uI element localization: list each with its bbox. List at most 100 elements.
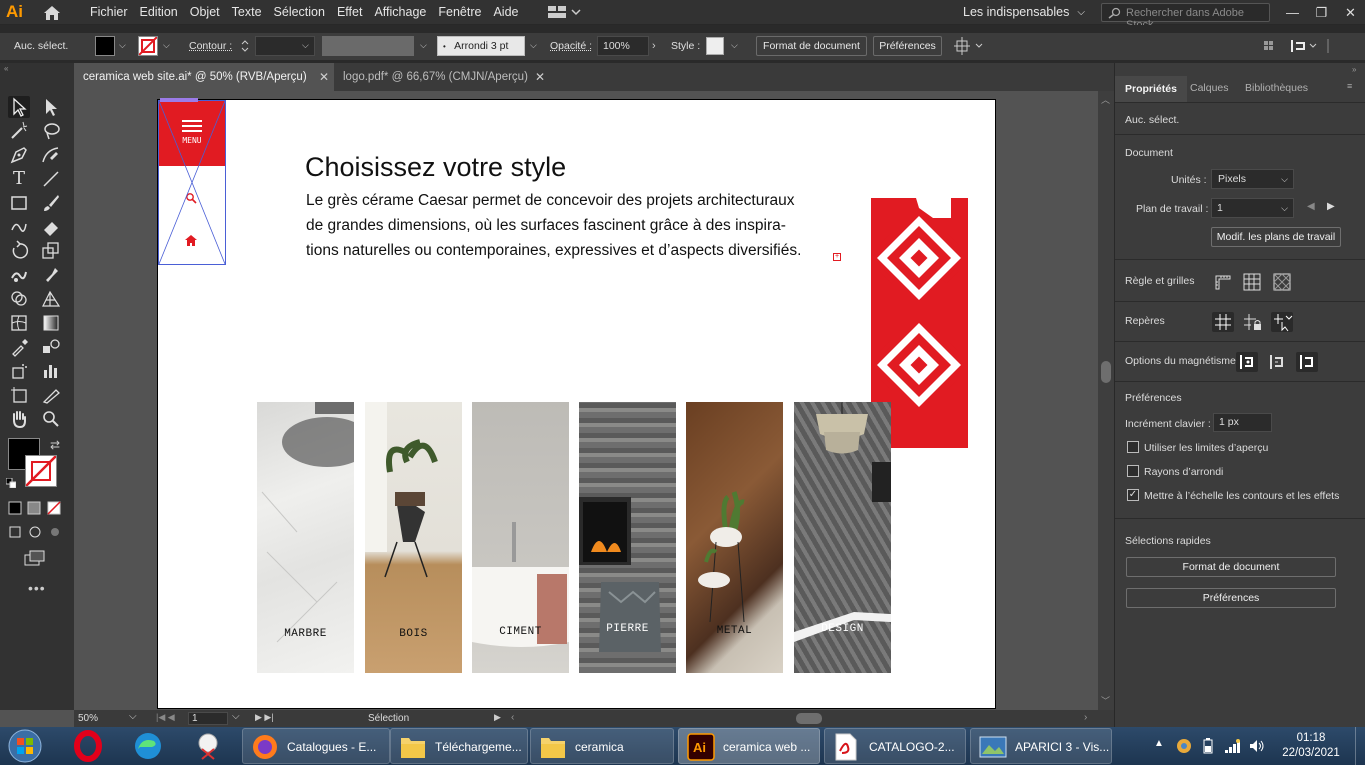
eraser-tool-icon[interactable] <box>40 216 62 238</box>
menu-selection[interactable]: Sélection <box>274 0 333 25</box>
arrange-documents-button[interactable] <box>548 5 582 19</box>
gradient-tool-icon[interactable] <box>40 312 62 334</box>
warp-tool-icon[interactable] <box>8 264 30 286</box>
taskbar-photo-viewer[interactable]: APARICI 3 - Vis... <box>970 728 1112 764</box>
chevron-down-icon[interactable]: ⌵ <box>129 711 137 722</box>
checkbox-preview-bounds[interactable] <box>1127 441 1139 453</box>
scale-tool-icon[interactable] <box>40 240 62 262</box>
paintbrush-tool-icon[interactable] <box>40 192 62 214</box>
perspective-grid-tool-icon[interactable] <box>40 288 62 310</box>
taskbar-pdf[interactable]: CATALOGO-2... <box>824 728 966 764</box>
transform-icon[interactable] <box>954 37 986 55</box>
scroll-right-icon[interactable]: › <box>1084 712 1087 723</box>
volume-icon[interactable] <box>1248 738 1266 754</box>
chevron-down-icon[interactable]: ⌵ <box>302 40 310 50</box>
document-setup-button[interactable]: Format de document <box>756 36 867 56</box>
first-artboard-icon[interactable]: |◀ ◀ <box>156 712 175 723</box>
slice-tool-icon[interactable] <box>40 384 62 406</box>
taskbar-downloads[interactable]: Téléchargeme... <box>390 728 528 764</box>
close-icon[interactable]: ✕ <box>535 63 545 91</box>
stroke-color-box[interactable] <box>25 455 57 487</box>
keyboard-increment-field[interactable]: 1 px <box>1213 413 1272 432</box>
pen-tool-icon[interactable] <box>8 144 30 166</box>
stroke-weight-stepper[interactable] <box>240 38 250 54</box>
window-minimize-button[interactable]: — <box>1278 1 1307 25</box>
artboard-dropdown[interactable]: 1 ⌵ <box>1211 198 1294 218</box>
puppet-warp-tool-icon[interactable] <box>40 264 62 286</box>
swap-colors-icon[interactable]: ⇄ <box>50 438 60 452</box>
show-guides-icon[interactable] <box>1212 312 1234 332</box>
brush-definition-dropdown[interactable]: • Arrondi 3 pt <box>437 36 525 56</box>
checkbox-corner-radius[interactable] <box>1127 465 1139 477</box>
snap-to-glyph-icon[interactable] <box>1296 352 1318 372</box>
hand-tool-icon[interactable] <box>8 408 30 430</box>
ruler-icon[interactable] <box>1212 272 1234 292</box>
units-dropdown[interactable]: Pixels ⌵ <box>1211 169 1294 189</box>
chevron-down-icon[interactable]: ⌵ <box>119 40 127 50</box>
rectangle-tool-icon[interactable] <box>8 192 30 214</box>
column-graph-tool-icon[interactable] <box>40 360 62 382</box>
opacity-label[interactable]: Opacité : <box>550 40 592 52</box>
quick-document-setup-button[interactable]: Format de document <box>1126 557 1336 577</box>
stroke-label[interactable]: Contour : <box>189 40 232 52</box>
show-hidden-icons[interactable]: ▲ <box>1154 738 1164 749</box>
wifi-signal-icon[interactable] <box>1224 738 1242 754</box>
stock-search-input[interactable]: Rechercher dans Adobe Stock <box>1101 3 1270 31</box>
text-overflow-icon[interactable]: + <box>833 253 841 261</box>
horizontal-scroll-thumb[interactable] <box>796 713 822 724</box>
shaper-tool-icon[interactable] <box>8 216 30 238</box>
chevron-right-icon[interactable]: › <box>652 40 660 52</box>
lock-guides-icon[interactable] <box>1241 312 1263 332</box>
quick-preferences-button[interactable]: Préférences <box>1126 588 1336 608</box>
grid-icon[interactable] <box>1241 272 1263 292</box>
close-icon[interactable]: ✕ <box>319 63 329 91</box>
battery-icon[interactable] <box>1202 738 1214 754</box>
taskbar-ceramica-folder[interactable]: ceramica <box>530 728 674 764</box>
selection-tool-icon[interactable] <box>8 96 30 118</box>
scroll-thumb[interactable] <box>1101 361 1111 383</box>
prev-artboard-icon[interactable]: ◀ <box>1307 201 1315 212</box>
next-artboard-icon[interactable]: ▶ ▶| <box>255 712 274 723</box>
menu-fenetre[interactable]: Fenêtre <box>438 0 489 25</box>
tile-metal[interactable]: METAL <box>686 402 783 673</box>
mobile-nav-frame[interactable]: MENU <box>158 100 226 265</box>
transparency-grid-icon[interactable] <box>1271 272 1293 292</box>
variable-width-profile[interactable] <box>322 36 414 56</box>
type-tool-icon[interactable]: T <box>8 168 30 190</box>
tile-pierre[interactable]: PIERRE <box>579 402 676 673</box>
menu-fichier[interactable]: Fichier <box>90 0 136 25</box>
window-close-button[interactable]: ✕ <box>1336 1 1365 25</box>
menu-aide[interactable]: Aide <box>493 0 526 25</box>
scroll-up-icon[interactable]: ︿ <box>1101 93 1110 106</box>
screen-mode-icon[interactable] <box>24 550 48 566</box>
show-desktop-button[interactable] <box>1355 727 1365 765</box>
window-restore-button[interactable]: ❐ <box>1307 1 1336 25</box>
snipping-tool-icon[interactable] <box>182 729 234 763</box>
stroke-swatch[interactable] <box>138 36 158 56</box>
default-colors-icon[interactable] <box>6 478 16 488</box>
edit-artboards-button[interactable]: Modif. les plans de travail <box>1211 227 1341 247</box>
collapse-panel-icon[interactable]: « <box>4 64 8 73</box>
graphic-style-swatch[interactable] <box>706 37 724 55</box>
next-artboard-icon[interactable]: ▶ <box>1327 201 1335 212</box>
opera-icon[interactable] <box>62 729 114 763</box>
tile-design[interactable]: DESIGN <box>794 402 891 673</box>
snap-to-pixel-icon[interactable] <box>1266 352 1288 372</box>
artboard[interactable]: MENU Choisissez votre style Le grès céra… <box>157 98 996 709</box>
symbol-sprayer-tool-icon[interactable] <box>8 360 30 382</box>
home-icon[interactable] <box>42 4 62 22</box>
zoom-tool-icon[interactable] <box>40 408 62 430</box>
edit-toolbar-icon[interactable]: ••• <box>28 580 46 596</box>
curvature-tool-icon[interactable] <box>40 144 62 166</box>
snap-to-point-icon[interactable] <box>1236 352 1258 372</box>
edge-icon[interactable] <box>122 729 174 763</box>
collapse-panel-icon[interactable]: » <box>1352 65 1356 74</box>
scroll-down-icon[interactable]: ﹀ <box>1101 694 1110 707</box>
chevron-down-icon[interactable]: ⌵ <box>163 40 171 50</box>
draw-mode-icons[interactable] <box>8 525 68 539</box>
direct-selection-tool-icon[interactable] <box>40 96 62 118</box>
chevron-down-icon[interactable]: ⌵ <box>731 40 739 50</box>
chevron-down-icon[interactable]: ⌵ <box>232 711 240 722</box>
tile-marbre[interactable]: MARBRE <box>257 402 354 673</box>
preferences-button[interactable]: Préférences <box>873 36 942 56</box>
